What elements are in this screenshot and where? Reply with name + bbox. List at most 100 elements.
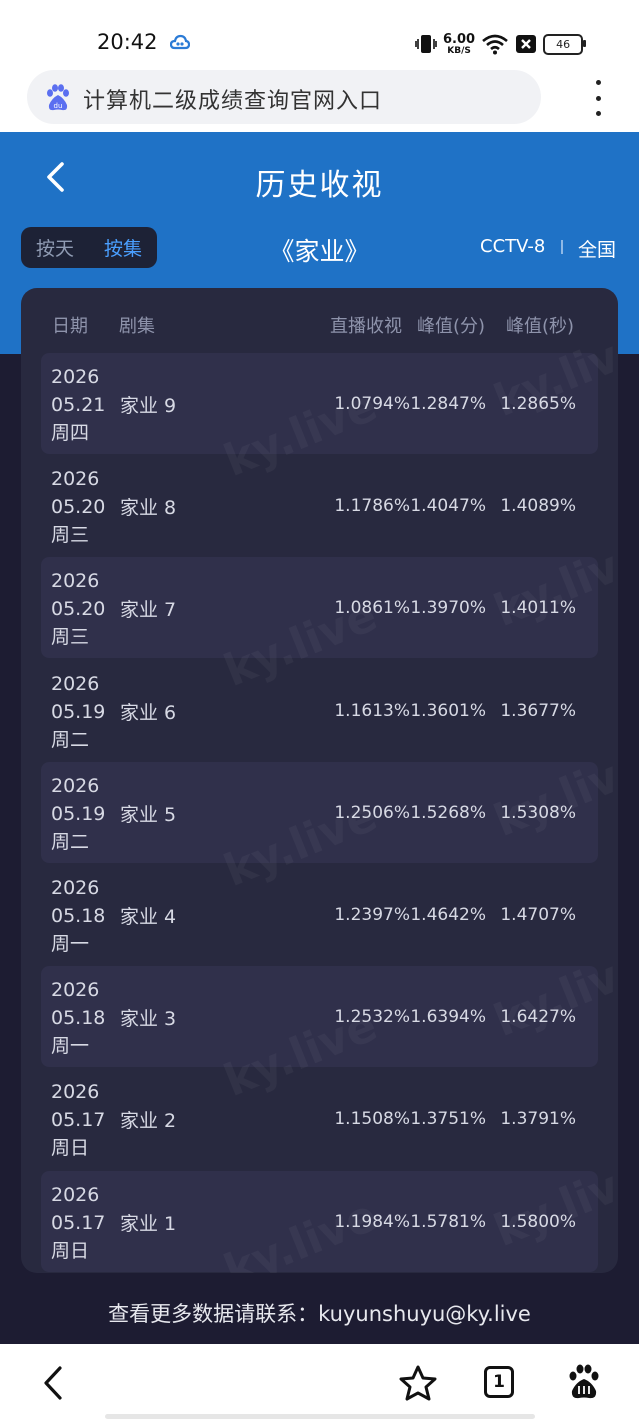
row-weekday: 周二 xyxy=(51,830,90,853)
row-live-rating: 1.2532% xyxy=(334,1007,410,1028)
row-date: 2026 05.17 周日 xyxy=(51,1181,105,1265)
address-text: 计算机二级成绩查询官网入口 xyxy=(83,89,383,114)
vibrate-icon xyxy=(415,35,437,53)
row-day: 05.17 xyxy=(51,1211,106,1234)
row-weekday: 周一 xyxy=(51,1035,90,1058)
channel-label: CCTV-8 xyxy=(480,236,546,257)
row-episode: 家业 9 xyxy=(120,395,177,417)
row-weekday: 周二 xyxy=(51,728,90,751)
row-peak-minute: 1.2847% xyxy=(410,394,486,414)
row-peak-minute: 1.5781% xyxy=(410,1211,486,1232)
page-title: 历史收视 xyxy=(255,168,384,203)
status-bar: 20:42 6.00 KB/S 46 xyxy=(0,0,639,66)
row-episode: 家业 6 xyxy=(120,701,177,724)
row-day: 05.18 xyxy=(51,905,106,927)
battery-icon: 46 xyxy=(543,33,587,55)
address-field[interactable]: du 计算机二级成绩查询官网入口 xyxy=(27,70,541,124)
paw-icon[interactable] xyxy=(566,1364,602,1400)
region-label: 全国 xyxy=(578,239,617,261)
row-peak-minute: 1.6394% xyxy=(410,1007,486,1028)
row-weekday: 周一 xyxy=(51,933,90,955)
row-peak-second: 1.3677% xyxy=(500,700,576,721)
row-peak-minute: 1.3970% xyxy=(410,598,486,619)
row-peak-minute: 1.4047% xyxy=(410,496,486,517)
row-episode: 家业 2 xyxy=(120,1110,177,1133)
star-icon[interactable] xyxy=(398,1364,438,1402)
row-peak-second: 1.6427% xyxy=(500,1007,576,1028)
row-weekday: 周三 xyxy=(51,626,90,649)
cloud-icon xyxy=(170,34,190,50)
tabs-icon[interactable]: 1 xyxy=(484,1366,514,1398)
row-date: 2026 05.18 周一 xyxy=(51,976,105,1060)
row-episode: 家业 4 xyxy=(120,906,177,928)
row-peak-minute: 1.5268% xyxy=(410,802,486,823)
row-year: 2026 xyxy=(51,468,100,491)
divider xyxy=(561,240,563,254)
row-live-rating: 1.1984% xyxy=(334,1211,410,1232)
row-live-rating: 1.0794% xyxy=(334,394,410,414)
header-peak-min: 峰值(分) xyxy=(417,316,486,337)
browser-nav-bar: 1 xyxy=(0,1344,639,1421)
contact-footer[interactable]: 查看更多数据请联系：kuyunshuyu@ky.live xyxy=(0,1298,639,1328)
back-icon[interactable] xyxy=(38,1364,70,1402)
row-peak-minute: 1.3601% xyxy=(410,700,486,721)
row-episode: 家业 1 xyxy=(120,1212,177,1235)
wifi-icon xyxy=(482,34,508,55)
row-date: 2026 05.20 周三 xyxy=(51,567,105,651)
row-year: 2026 xyxy=(51,570,100,593)
close-box-icon xyxy=(516,35,537,53)
row-year: 2026 xyxy=(51,1081,100,1104)
table-row: 2026 05.20 周三 家业 8 1.1786% 1.4047% 1.4089% xyxy=(41,455,598,556)
table-row: 2026 05.17 周日 家业 2 1.1508% 1.3751% 1.3791% xyxy=(41,1068,598,1169)
row-live-rating: 1.2397% xyxy=(334,905,410,925)
table-row: 2026 05.18 周一 家业 3 1.2532% 1.6394% 1.6427% xyxy=(41,966,598,1068)
row-date: 2026 05.19 周二 xyxy=(51,772,105,856)
row-weekday: 周三 xyxy=(51,524,90,547)
row-date: 2026 05.18 周一 xyxy=(51,874,105,958)
svg-text:du: du xyxy=(54,102,63,110)
row-peak-second: 1.5800% xyxy=(500,1211,576,1232)
row-live-rating: 1.1786% xyxy=(334,496,410,517)
row-day: 05.21 xyxy=(51,394,106,416)
row-day: 05.19 xyxy=(51,700,106,723)
row-peak-second: 1.4707% xyxy=(500,905,576,925)
row-date: 2026 05.19 周二 xyxy=(51,670,105,754)
row-year: 2026 xyxy=(51,877,100,899)
row-year: 2026 xyxy=(51,1183,100,1206)
row-weekday: 周日 xyxy=(51,1137,90,1160)
row-year: 2026 xyxy=(51,774,100,797)
table-row: 2026 05.19 周二 家业 6 1.1613% 1.3601% 1.3677% xyxy=(41,660,598,761)
status-time: 20:42 xyxy=(97,30,158,54)
header-date: 日期 xyxy=(52,316,88,337)
row-day: 05.20 xyxy=(51,598,106,621)
row-day: 05.18 xyxy=(51,1007,106,1030)
header-live: 直播收视 xyxy=(330,316,402,337)
row-year: 2026 xyxy=(51,672,100,695)
row-live-rating: 1.0861% xyxy=(334,598,410,619)
more-icon[interactable] xyxy=(590,80,606,116)
row-episode: 家业 8 xyxy=(120,497,177,520)
row-year: 2026 xyxy=(51,979,100,1002)
row-peak-second: 1.4089% xyxy=(500,496,576,517)
row-live-rating: 1.1613% xyxy=(334,700,410,721)
row-episode: 家业 7 xyxy=(120,599,177,622)
home-indicator xyxy=(105,1414,535,1419)
row-episode: 家业 3 xyxy=(120,1008,177,1031)
row-live-rating: 1.1508% xyxy=(334,1109,410,1130)
row-day: 05.17 xyxy=(51,1109,106,1132)
row-peak-minute: 1.4642% xyxy=(410,905,486,925)
ratings-table: 日期 剧集 直播收视 峰值(分) 峰值(秒) 2026 05.21 周四 家业 9 1.… xyxy=(21,288,618,1273)
row-peak-minute: 1.3751% xyxy=(410,1109,486,1130)
row-year: 2026 xyxy=(51,366,100,388)
row-weekday: 周日 xyxy=(51,1239,90,1262)
baidu-icon: du xyxy=(47,84,69,111)
net-speed: 6.00 KB/S xyxy=(443,31,476,56)
row-peak-second: 1.3791% xyxy=(500,1109,576,1130)
table-row: 2026 05.17 周日 家业 1 1.1984% 1.5781% 1.5800% xyxy=(41,1170,598,1272)
row-peak-second: 1.2865% xyxy=(500,394,576,414)
row-date: 2026 05.21 周四 xyxy=(51,363,105,447)
row-day: 05.20 xyxy=(51,496,106,519)
header-peak-sec: 峰值(秒) xyxy=(506,316,575,337)
row-peak-second: 1.4011% xyxy=(500,598,576,619)
row-date: 2026 05.17 周日 xyxy=(51,1078,105,1162)
